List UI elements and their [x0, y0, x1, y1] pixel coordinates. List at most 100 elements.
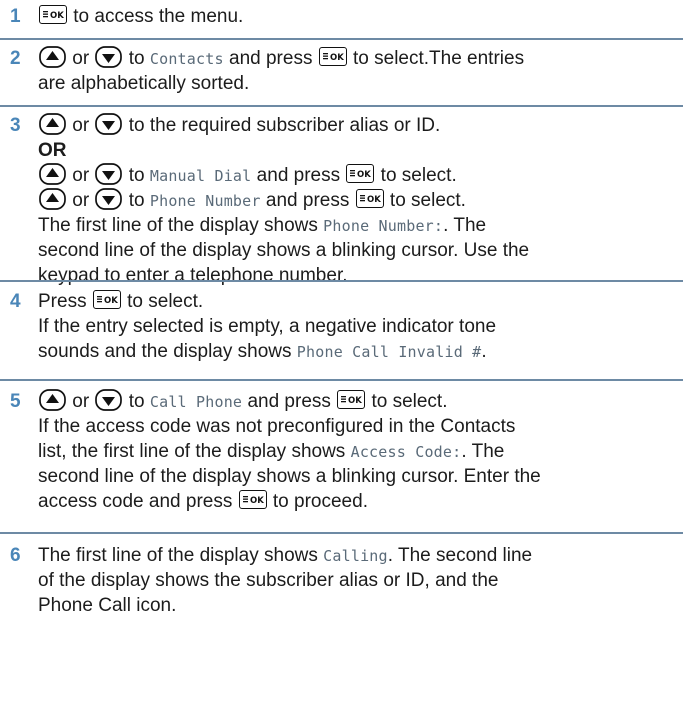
- step-line: The first line of the display shows Phon…: [38, 213, 675, 238]
- display-text: Phone Call Invalid #: [296, 343, 482, 361]
- step-line: or to Call Phone and press OK to select.: [38, 389, 675, 414]
- instruction-text: to select.: [366, 391, 448, 412]
- instruction-text: list, the first line of the display show…: [38, 441, 351, 462]
- instruction-text: If the access code was not preconfigured…: [38, 416, 516, 437]
- instruction-text: or: [67, 190, 95, 211]
- step-line: OR: [38, 138, 675, 163]
- step-number: 3: [10, 115, 21, 136]
- step-line: Press OK to select.: [38, 289, 675, 314]
- step-text: or to the required subscriber alias or I…: [38, 113, 675, 288]
- instruction-text: The first line of the display shows: [38, 215, 324, 236]
- step-line: sounds and the display shows Phone Call …: [38, 339, 675, 364]
- step-line: OK to access the menu.: [38, 4, 675, 29]
- instruction-text: to select.: [384, 190, 466, 211]
- up-arrow-key-icon: [39, 163, 66, 185]
- menu-ok-key-icon: OK: [346, 164, 375, 183]
- display-text: Contacts: [149, 50, 224, 68]
- instruction-text: . The: [461, 441, 505, 462]
- down-arrow-key-icon: [95, 389, 123, 411]
- instruction-text: to proceed.: [267, 491, 368, 512]
- step-line: or to Manual Dial and press OK to select…: [38, 163, 675, 188]
- svg-text:OK: OK: [50, 11, 64, 20]
- instruction-text: or: [67, 115, 95, 136]
- display-text: Call Phone: [149, 393, 243, 411]
- instruction-text: to: [123, 165, 150, 186]
- step-separator: [0, 38, 683, 40]
- instruction-text: to select.: [375, 165, 457, 186]
- instruction-text: or: [67, 48, 95, 69]
- display-text: Phone Number:: [323, 217, 444, 235]
- step-number: 1: [10, 6, 21, 27]
- instruction-text: and press: [251, 165, 346, 186]
- instruction-text: second line of the display shows a blink…: [38, 466, 541, 487]
- step-number: 4: [10, 291, 21, 312]
- step-text: OK to access the menu.: [38, 4, 675, 29]
- instruction-text: Phone Call icon.: [38, 595, 177, 616]
- instruction-text: and press: [260, 190, 355, 211]
- step-line: or to Contacts and press OK to select.Th…: [38, 46, 675, 71]
- instruction-text: and press: [223, 48, 318, 69]
- svg-text:OK: OK: [104, 296, 118, 305]
- up-arrow-key-icon: [39, 113, 66, 135]
- down-arrow-key-icon: [95, 188, 123, 210]
- menu-ok-key-icon: OK: [238, 490, 267, 509]
- step-line: list, the first line of the display show…: [38, 439, 675, 464]
- instruction-text: second line of the display shows a blink…: [38, 240, 530, 261]
- step-text: Press OK to select. If the entry selected…: [38, 289, 675, 364]
- instruction-text: sounds and the display shows: [38, 341, 297, 362]
- down-arrow-key-icon: [95, 46, 123, 68]
- step-separator: [0, 379, 683, 381]
- svg-text:OK: OK: [348, 396, 362, 405]
- instruction-text: to the required subscriber alias or ID.: [123, 115, 441, 136]
- instruction-text: The first line of the display shows: [38, 545, 324, 566]
- instruction-text: Press: [38, 291, 92, 312]
- instruction-text: access code and press: [38, 491, 238, 512]
- instruction-text: . The second line: [387, 545, 533, 566]
- step-text: or to Contacts and press OK to select.Th…: [38, 46, 675, 96]
- svg-text:OK: OK: [367, 195, 381, 204]
- instruction-text: to select.: [121, 291, 204, 312]
- menu-ok-key-icon: OK: [92, 290, 121, 309]
- svg-text:OK: OK: [330, 53, 344, 62]
- up-arrow-key-icon: [39, 188, 66, 210]
- svg-text:OK: OK: [250, 496, 264, 505]
- step-separator: [0, 532, 683, 534]
- step-number: 6: [10, 545, 21, 566]
- instruction-text: keypad to enter a telephone number.: [38, 265, 348, 286]
- step-line: keypad to enter a telephone number.: [38, 263, 675, 288]
- instruction-text: to access the menu.: [68, 6, 244, 27]
- step-separator: [0, 280, 683, 282]
- instruction-text: or: [67, 391, 95, 412]
- instruction-text: to: [123, 190, 150, 211]
- menu-ok-key-icon: OK: [318, 47, 347, 66]
- instruction-page: 1 OK to access the menu. 2 or to Contacts …: [0, 0, 683, 721]
- step-line: Phone Call icon.: [38, 593, 675, 618]
- or-label: OR: [38, 140, 67, 161]
- menu-ok-key-icon: OK: [39, 5, 67, 24]
- up-arrow-key-icon: [39, 389, 66, 411]
- step-line: or to Phone Number and press OK to selec…: [38, 188, 675, 213]
- down-arrow-key-icon: [95, 113, 123, 135]
- step-line: If the entry selected is empty, a negati…: [38, 314, 675, 339]
- display-text: Manual Dial: [149, 167, 252, 185]
- step-number: 5: [10, 391, 21, 412]
- instruction-text: . The: [443, 215, 487, 236]
- step-text: The first line of the display shows Call…: [38, 543, 675, 618]
- instruction-text: If the entry selected is empty, a negati…: [38, 316, 497, 337]
- up-arrow-key-icon: [39, 46, 66, 68]
- step-text: or to Call Phone and press OK to select.…: [38, 389, 675, 514]
- step-line: access code and press OK to proceed.: [38, 489, 675, 514]
- step-number: 2: [10, 48, 21, 69]
- instruction-text: and press: [242, 391, 337, 412]
- instruction-text: to select.The entries: [347, 48, 525, 69]
- display-text: Phone Number: [149, 192, 261, 210]
- step-line: are alphabetically sorted.: [38, 71, 675, 96]
- down-arrow-key-icon: [95, 163, 123, 185]
- instruction-text: are alphabetically sorted.: [38, 73, 250, 94]
- instruction-text: of the display shows the subscriber alia…: [38, 570, 499, 591]
- step-line: or to the required subscriber alias or I…: [38, 113, 675, 138]
- svg-text:OK: OK: [357, 170, 371, 179]
- instruction-text: to: [123, 48, 150, 69]
- step-line: of the display shows the subscriber alia…: [38, 568, 675, 593]
- step-line: second line of the display shows a blink…: [38, 238, 675, 263]
